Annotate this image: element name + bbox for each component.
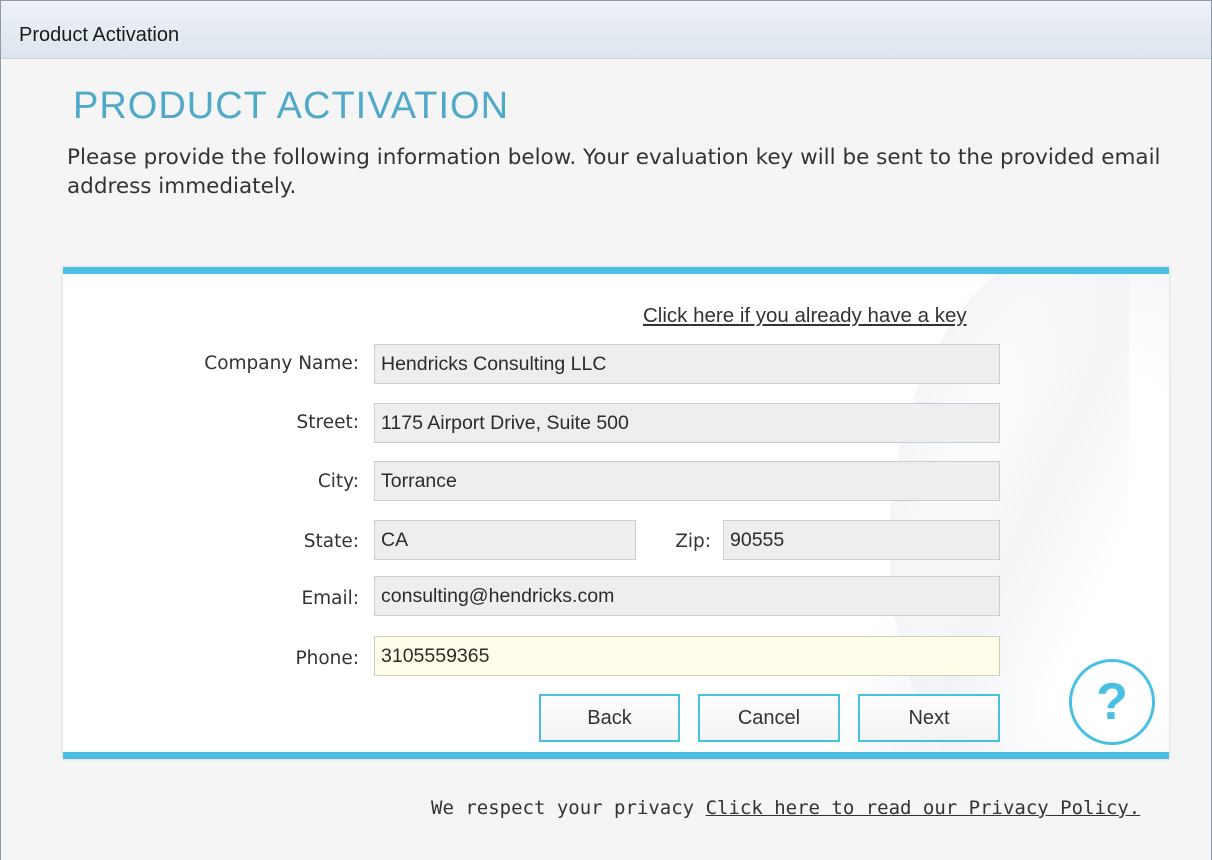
next-button[interactable]: Next: [858, 694, 1000, 742]
zip-label: Zip:: [675, 531, 711, 552]
city-label: City:: [317, 471, 359, 492]
help-icon[interactable]: ?: [1069, 659, 1155, 745]
cancel-button[interactable]: Cancel: [698, 694, 840, 742]
privacy-policy-link[interactable]: Click here to read our Privacy Policy.: [706, 797, 1141, 819]
intro-text: Please provide the following information…: [67, 145, 1161, 199]
city-field[interactable]: Torrance: [374, 461, 1000, 501]
product-activation-window: Product Activation PRODUCT ACTIVATION Pl…: [0, 0, 1212, 860]
email-label: Email:: [301, 588, 359, 609]
privacy-statement: We respect your privacy: [431, 797, 695, 819]
street-label: Street:: [296, 412, 359, 433]
page-heading: PRODUCT ACTIVATION: [73, 85, 510, 127]
company-name-label: Company Name:: [204, 353, 359, 374]
window-title: Product Activation: [19, 24, 180, 46]
privacy-footer: We respect your privacy Click here to re…: [431, 795, 1140, 821]
street-field[interactable]: 1175 Airport Drive, Suite 500: [374, 403, 1000, 443]
zip-field[interactable]: 90555: [723, 520, 1000, 560]
title-bar: Product Activation: [1, 1, 1211, 59]
phone-label: Phone:: [295, 648, 359, 669]
email-field[interactable]: consulting@hendricks.com: [374, 576, 1000, 616]
already-have-key-link[interactable]: Click here if you already have a key: [643, 304, 967, 328]
phone-field[interactable]: 3105559365: [374, 636, 1000, 676]
state-field[interactable]: CA: [374, 520, 636, 560]
back-button[interactable]: Back: [539, 694, 680, 742]
activation-form-panel: Click here if you already have a key Com…: [63, 267, 1169, 759]
state-label: State:: [303, 531, 359, 552]
company-name-field[interactable]: Hendricks Consulting LLC: [374, 344, 1000, 384]
